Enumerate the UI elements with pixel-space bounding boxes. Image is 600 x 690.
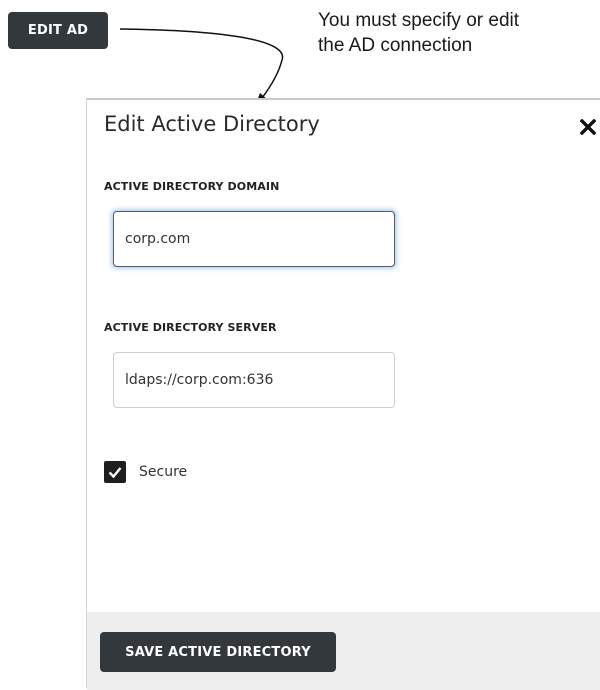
close-icon bbox=[580, 119, 596, 135]
annotation-line-2: the AD connection bbox=[318, 35, 473, 56]
server-input[interactable] bbox=[113, 352, 395, 408]
server-field-label: ACTIVE DIRECTORY SERVER bbox=[104, 321, 277, 334]
edit-ad-button[interactable]: EDIT AD bbox=[8, 12, 108, 49]
dialog-footer: SAVE ACTIVE DIRECTORY bbox=[87, 612, 600, 690]
close-button[interactable] bbox=[577, 116, 599, 138]
secure-checkbox[interactable] bbox=[104, 461, 126, 483]
annotation-line-1: You must specify or edit bbox=[318, 10, 520, 31]
checkmark-icon bbox=[108, 467, 122, 479]
edit-active-directory-dialog: Edit Active Directory ACTIVE DIRECTORY D… bbox=[86, 98, 600, 690]
dialog-title: Edit Active Directory bbox=[104, 112, 320, 136]
save-active-directory-button[interactable]: SAVE ACTIVE DIRECTORY bbox=[100, 632, 336, 672]
domain-field-label: ACTIVE DIRECTORY DOMAIN bbox=[104, 180, 280, 193]
annotation-text: You must specify or edit the AD connecti… bbox=[318, 8, 588, 58]
domain-input[interactable] bbox=[113, 211, 395, 267]
secure-checkbox-label: Secure bbox=[139, 464, 188, 480]
